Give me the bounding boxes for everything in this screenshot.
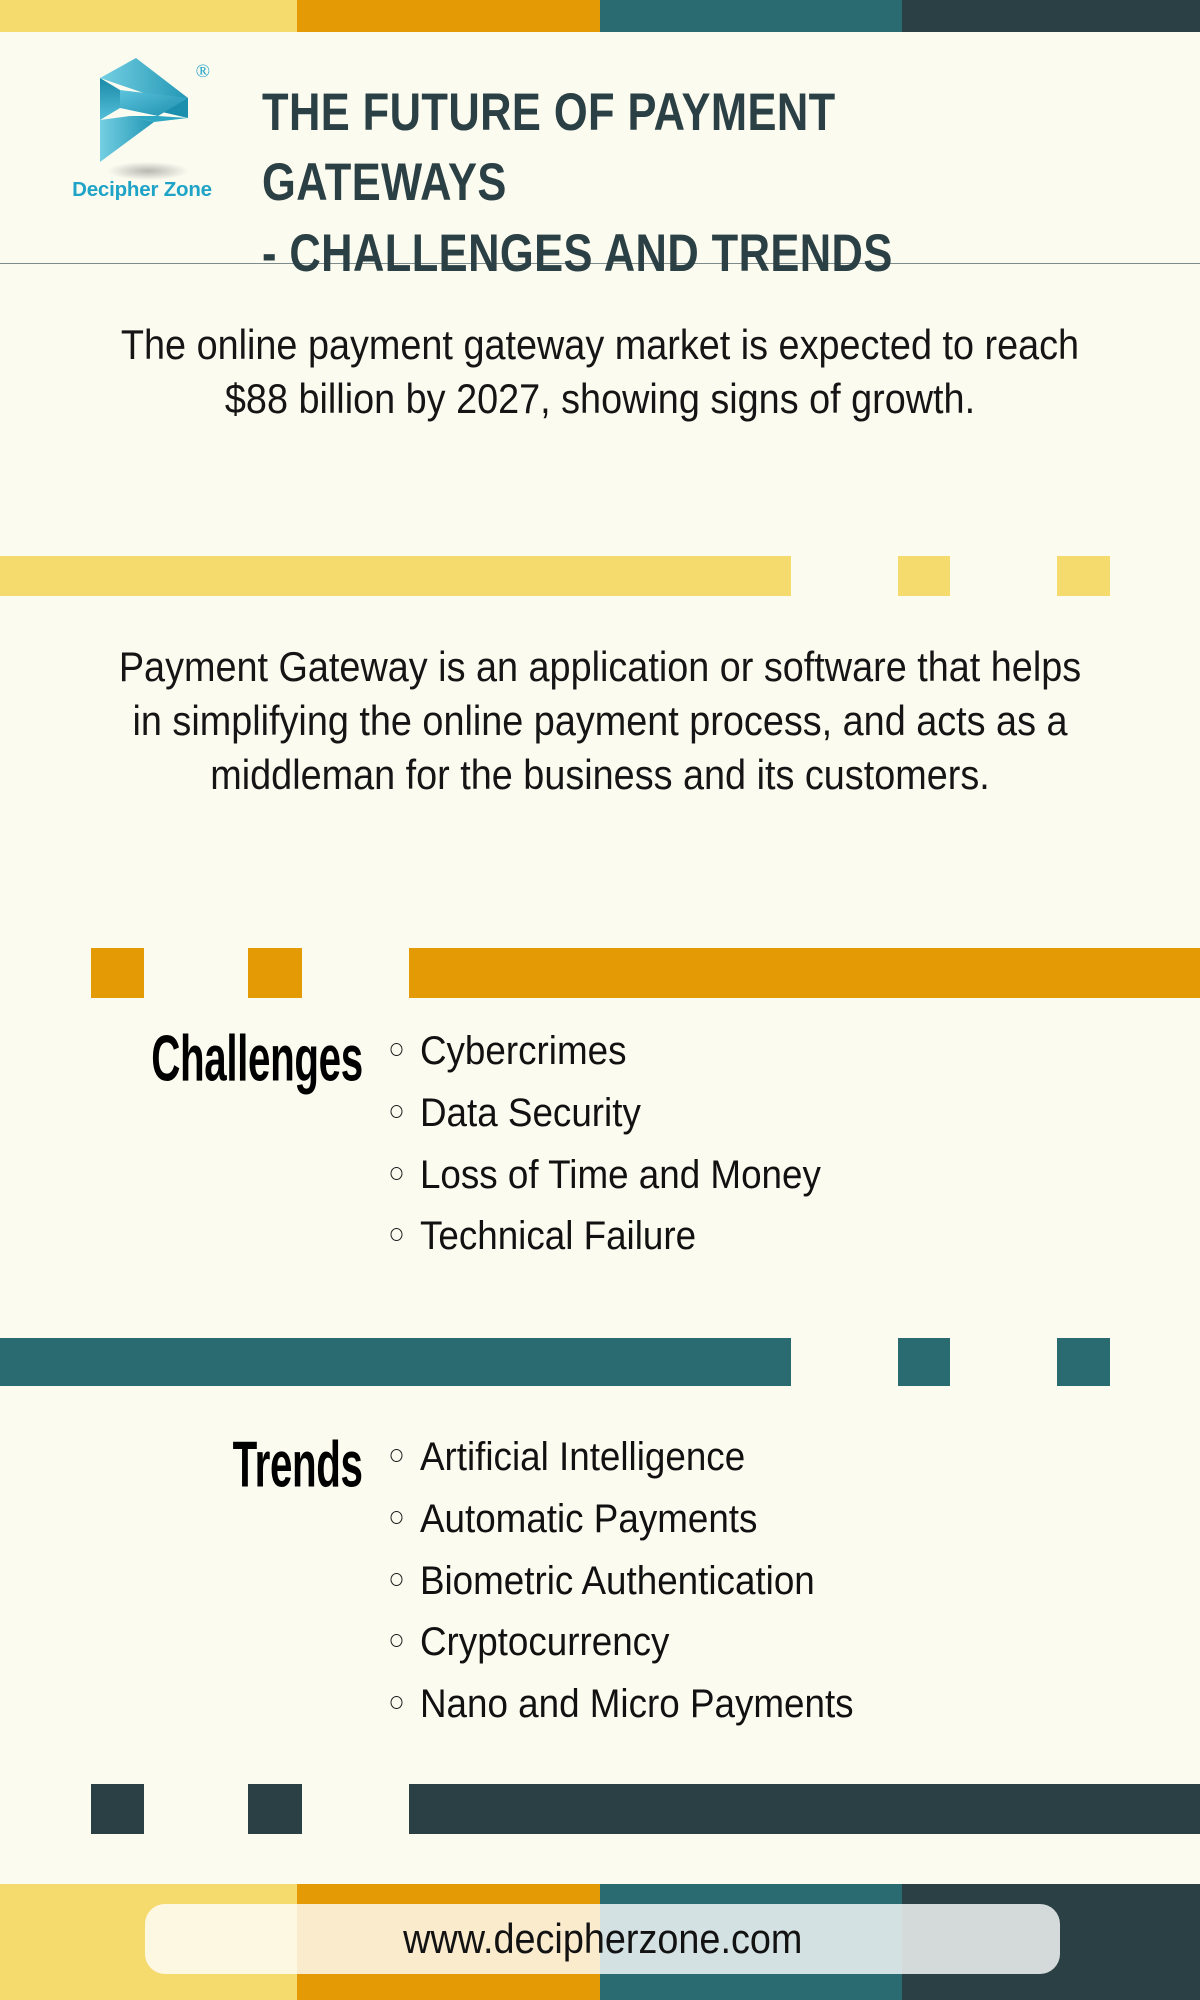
divider-square-dark-2 [248, 1784, 302, 1834]
section-challenges-list: Cybercrimes Data Security Loss of Time a… [385, 1026, 859, 1273]
decipher-zone-chevron-logo-icon [100, 58, 188, 162]
brand-name: Decipher Zone [72, 178, 212, 201]
bullet-circle-icon [390, 1043, 403, 1056]
top-color-strip [0, 0, 1200, 32]
list-item-label: Cybercrimes [419, 1029, 627, 1073]
website-url-pill[interactable]: www.decipherzone.com [145, 1904, 1060, 1974]
list-item: Automatic Payments [385, 1494, 854, 1545]
bullet-circle-icon [390, 1634, 403, 1648]
divider-square-yellow-1 [898, 556, 950, 596]
infographic-page: ® Decipher Zone THE FUTURE OF PAYMENT GA… [0, 0, 1200, 2000]
divider-square-orange-1 [91, 948, 144, 998]
divider-bar-yellow [0, 556, 791, 596]
section-trends-list: Artificial Intelligence Automatic Paymen… [385, 1432, 894, 1741]
section-trends: Trends Artificial Intelligence Automatic… [0, 1431, 1200, 1741]
bullet-circle-icon [390, 1572, 403, 1586]
intro-paragraph: The online payment gateway market is exp… [120, 321, 1080, 422]
list-item: Nano and Micro Payments [385, 1679, 854, 1730]
divider-bar-teal [0, 1338, 791, 1386]
divider-bar-orange [409, 948, 1200, 998]
list-item-label: Biometric Authentication [419, 1558, 815, 1603]
header: ® Decipher Zone THE FUTURE OF PAYMENT GA… [0, 32, 1200, 283]
list-item: Biometric Authentication [385, 1556, 854, 1607]
divider-square-dark-1 [91, 1784, 144, 1834]
list-item: Loss of Time and Money [385, 1150, 821, 1201]
divider-row-dark [0, 1784, 1200, 1834]
list-item-label: Technical Failure [419, 1214, 697, 1259]
section-challenges-heading: Challenges [0, 1025, 385, 1090]
bullet-circle-icon [390, 1104, 403, 1118]
bullet-circle-icon [390, 1166, 403, 1180]
strip-segment-dark [902, 0, 1200, 32]
bullet-circle-icon [390, 1228, 403, 1242]
divider-row-orange [0, 948, 1200, 998]
section-trends-heading: Trends [0, 1431, 385, 1496]
section-challenges-heading-text: Challenges [151, 1021, 363, 1095]
divider-bar-dark [409, 1784, 1200, 1834]
bullet-circle-icon [390, 1449, 403, 1462]
list-item-label: Cryptocurrency [419, 1620, 670, 1665]
divider-row-teal [0, 1338, 1200, 1386]
list-item-label: Loss of Time and Money [419, 1152, 821, 1197]
page-title-line-2: - CHALLENGES AND TRENDS [262, 223, 893, 283]
divider-row-yellow [0, 556, 1200, 596]
list-item: Artificial Intelligence [385, 1432, 854, 1483]
list-item-label: Data Security [419, 1090, 641, 1135]
strip-segment-orange [297, 0, 600, 32]
list-item: Cryptocurrency [385, 1617, 854, 1668]
list-item-label: Nano and Micro Payments [419, 1682, 854, 1727]
brand-logo: ® Decipher Zone [72, 50, 212, 210]
divider-square-teal-1 [898, 1338, 950, 1386]
registered-trademark-icon: ® [195, 61, 210, 82]
bullet-circle-icon [390, 1510, 403, 1524]
page-title: THE FUTURE OF PAYMENT GATEWAYS - CHALLEN… [262, 78, 1000, 289]
divider-square-yellow-2 [1057, 556, 1110, 596]
section-challenges: Challenges Cybercrimes Data Security Los… [0, 1025, 1200, 1273]
list-item: Technical Failure [385, 1211, 821, 1262]
divider-square-teal-2 [1057, 1338, 1110, 1386]
definition-paragraph: Payment Gateway is an application or sof… [118, 643, 1082, 798]
section-trends-heading-text: Trends [232, 1427, 363, 1501]
strip-segment-yellow [0, 0, 297, 32]
page-title-line-1: THE FUTURE OF PAYMENT GATEWAYS [262, 83, 836, 213]
list-item-label: Artificial Intelligence [419, 1435, 746, 1479]
divider-square-orange-2 [248, 948, 302, 998]
strip-segment-teal [600, 0, 902, 32]
list-item: Data Security [385, 1088, 821, 1139]
website-url-text: www.decipherzone.com [402, 1915, 803, 1962]
list-item-label: Automatic Payments [419, 1496, 758, 1541]
bullet-circle-icon [390, 1696, 403, 1710]
list-item: Cybercrimes [385, 1026, 821, 1077]
